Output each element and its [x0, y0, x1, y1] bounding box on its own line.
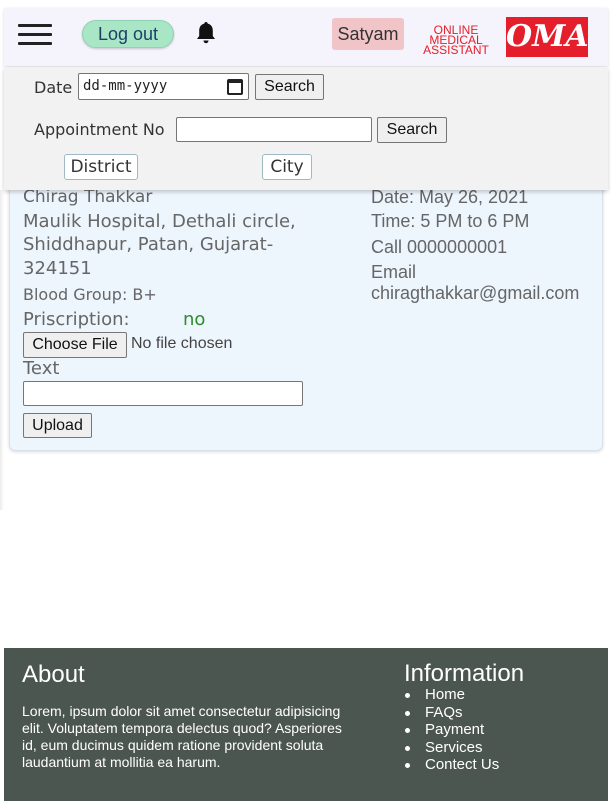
patient-email: chiragthakkar@gmail.com — [371, 283, 580, 303]
text-input[interactable] — [23, 381, 303, 406]
about-title: About — [22, 661, 85, 688]
footer-link-contact[interactable]: Contect Us — [404, 756, 499, 774]
appointment-time: Time: 5 PM to 6 PM — [371, 211, 530, 231]
brand-logo[interactable]: OMA — [506, 17, 589, 57]
information-title: Information — [404, 660, 525, 687]
patient-phone: Call 0000000001 — [371, 237, 508, 257]
date-label: Date — [34, 78, 73, 97]
address-line2: Shiddhapur, Patan, Gujarat- — [23, 234, 274, 255]
search-panel: Date dd-mm-yyyy Search Appointment No Se… — [4, 67, 608, 190]
prescription-label: Priscription: — [23, 309, 130, 330]
prescription-status: no — [183, 309, 206, 330]
text-label: Text — [23, 358, 60, 379]
file-chosen-status: No file chosen — [131, 335, 233, 352]
blood-group: Blood Group: B+ — [23, 285, 157, 304]
choose-file-button[interactable]: Choose File — [23, 332, 127, 358]
date-input[interactable]: dd-mm-yyyy — [78, 73, 249, 100]
bell-icon[interactable] — [194, 20, 218, 46]
address-line1: Maulik Hospital, Dethali circle, — [23, 211, 296, 232]
site-footer: About Lorem, ipsum dolor sit amet consec… — [4, 648, 608, 801]
upload-button[interactable]: Upload — [23, 413, 92, 438]
footer-links: Home FAQs Payment Services Contect Us — [404, 686, 499, 774]
appointment-no-label: Appointment No — [34, 120, 165, 139]
top-navbar: Log out Satyam ONLINE MEDICAL ASSISTANT … — [4, 8, 608, 66]
footer-link-faqs[interactable]: FAQs — [404, 704, 499, 722]
appointment-card: Chirag Thakkar Maulik Hospital, Dethali … — [9, 170, 603, 451]
date-search-button[interactable]: Search — [255, 74, 324, 100]
calendar-icon[interactable] — [227, 79, 243, 95]
appointment-search-button[interactable]: Search — [377, 117, 447, 143]
brand-tagline: ONLINE MEDICAL ASSISTANT — [406, 23, 506, 57]
hamburger-menu-icon[interactable] — [18, 24, 52, 46]
city-filter[interactable]: City — [262, 154, 312, 180]
district-filter[interactable]: District — [64, 154, 138, 180]
about-text: Lorem, ipsum dolor sit amet consectetur … — [22, 703, 342, 770]
logout-button[interactable]: Log out — [82, 20, 174, 48]
date-placeholder: dd-mm-yyyy — [83, 78, 168, 94]
footer-link-services[interactable]: Services — [404, 739, 499, 757]
address-line3: 324151 — [23, 258, 92, 279]
footer-link-payment[interactable]: Payment — [404, 721, 499, 739]
appointment-no-input[interactable] — [176, 117, 372, 142]
footer-link-home[interactable]: Home — [404, 686, 499, 704]
page-edge-shadow — [0, 190, 4, 510]
brand-tagline-line2: ASSISTANT — [423, 43, 489, 57]
user-name-chip[interactable]: Satyam — [332, 18, 404, 50]
brand-tagline-line1: ONLINE MEDICAL — [429, 23, 483, 47]
